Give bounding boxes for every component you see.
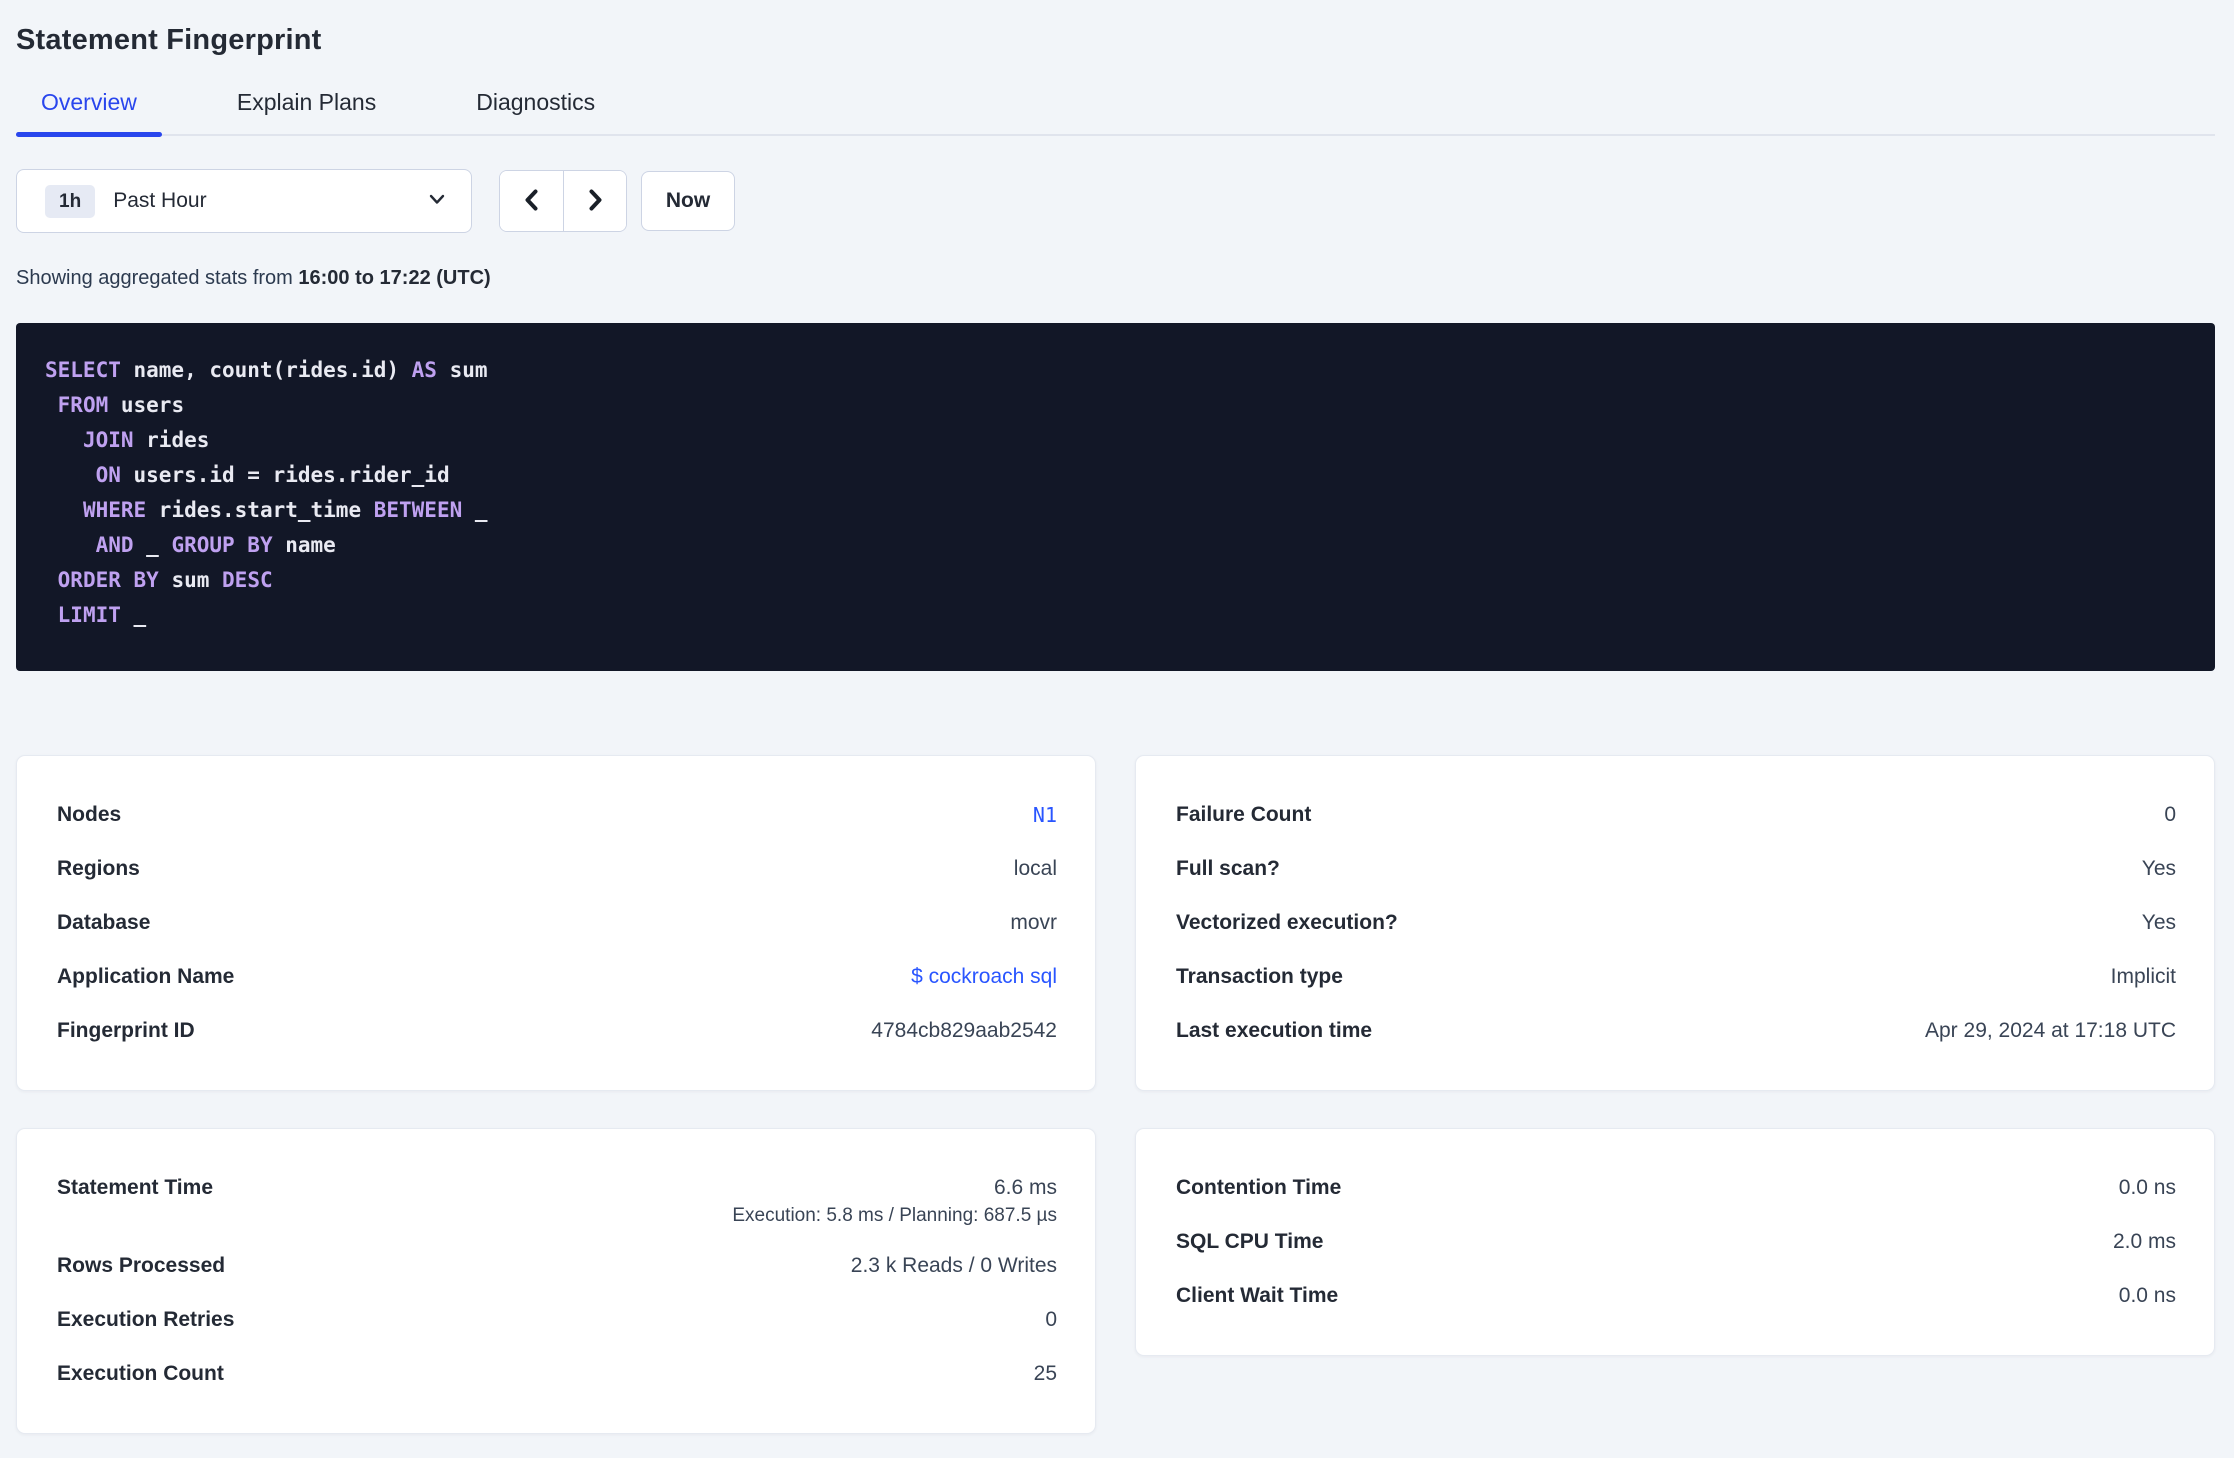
page-title: Statement Fingerprint <box>16 24 322 56</box>
kv-label: Regions <box>57 857 140 880</box>
kv-row: Execution Count 25 <box>57 1347 1057 1401</box>
kv-label: Application Name <box>57 965 235 988</box>
kv-value: 0.0 ns <box>2118 1284 2176 1307</box>
kv-row: Nodes N1 <box>57 788 1057 842</box>
statement-fingerprint-page: Statement Fingerprint Overview Explain P… <box>0 0 2234 1434</box>
kv-value-link[interactable]: $ cockroach sql <box>911 962 1057 992</box>
statement-sql-code: SELECT name, count(rides.id) AS sum FROM… <box>45 353 2185 633</box>
kv-value: 2.0 ms <box>2112 1230 2176 1253</box>
tab-bar: Overview Explain Plans Diagnostics <box>16 89 2215 137</box>
sql-line: SELECT name, count(rides.id) AS sum <box>45 358 488 382</box>
kv-row: Last execution time Apr 29, 2024 at 17:18… <box>1176 1004 2176 1058</box>
kv-label: Nodes <box>57 803 122 826</box>
sql-line: WHERE rides.start_time BETWEEN _ <box>82 498 488 522</box>
sql-line: AND _ GROUP BY name <box>95 533 336 557</box>
kv-value: 25 <box>1033 1362 1057 1385</box>
kv-value-link[interactable]: N1 <box>1033 800 1057 830</box>
kv-row: Regions local <box>57 842 1057 896</box>
statement-sql-box: SELECT name, count(rides.id) AS sum FROM… <box>16 323 2215 671</box>
previous-interval-button[interactable] <box>500 171 563 231</box>
time-range-dropdown[interactable]: 1h Past Hour <box>16 169 472 233</box>
kv-row: Contention Time 0.0 ns <box>1176 1161 2176 1215</box>
kv-value: 0.0 ns <box>2118 1176 2176 1199</box>
kv-row: Fingerprint ID 4784cb829aab2542 <box>57 1004 1057 1058</box>
chevron-down-icon <box>427 189 447 214</box>
kv-label: Contention Time <box>1176 1176 1342 1199</box>
sql-line: FROM users <box>57 393 185 417</box>
kv-label: Vectorized execution? <box>1176 911 1398 934</box>
kv-label: Fingerprint ID <box>57 1019 195 1042</box>
kv-value: 6.6 ms <box>993 1176 1057 1199</box>
kv-label: Rows Processed <box>57 1254 226 1277</box>
kv-row: Statement Time 6.6 ms Execution: 5.8 ms / … <box>57 1161 1057 1239</box>
kv-label: Database <box>57 911 151 934</box>
sql-line: JOIN rides <box>82 428 210 452</box>
time-controls: 1h Past Hour Now <box>16 169 2215 233</box>
statement-timing-card: Statement Time 6.6 ms Execution: 5.8 ms / … <box>16 1128 1096 1434</box>
kv-row: Execution Retries 0 <box>57 1293 1057 1347</box>
stats-prefix: Showing aggregated stats from <box>16 267 299 289</box>
kv-label: Failure Count <box>1176 803 1312 826</box>
kv-label: Statement Time <box>57 1176 213 1199</box>
kv-row: Rows Processed 2.3 k Reads / 0 Writes <box>57 1239 1057 1293</box>
kv-row: Database movr <box>57 896 1057 950</box>
wait-times-card: Contention Time 0.0 ns SQL CPU Time 2.0 ms C… <box>1135 1128 2215 1356</box>
kv-label: Full scan? <box>1176 857 1280 880</box>
time-range-label: Past Hour <box>113 189 207 212</box>
kv-label: Client Wait Time <box>1176 1284 1339 1307</box>
kv-value: Yes <box>2141 911 2176 934</box>
tab-diagnostics[interactable]: Diagnostics <box>451 89 620 134</box>
tab-overview[interactable]: Overview <box>16 89 162 137</box>
kv-row: Failure Count 0 <box>1176 788 2176 842</box>
kv-value: 2.3 k Reads / 0 Writes <box>850 1254 1057 1277</box>
kv-row: SQL CPU Time 2.0 ms <box>1176 1215 2176 1269</box>
execution-attributes-card: Failure Count 0 Full scan? Yes Vectorized ex… <box>1135 755 2215 1091</box>
aggregated-stats-summary: Showing aggregated stats from 16:00 to 1… <box>16 267 2215 290</box>
sql-line: ON users.id = rides.rider_id <box>95 463 450 487</box>
kv-label: Last execution time <box>1176 1019 1373 1042</box>
kv-label: Execution Count <box>57 1362 224 1385</box>
time-range-badge: 1h <box>45 184 96 218</box>
chevron-left-icon <box>520 188 544 215</box>
sql-line: ORDER BY sum DESC <box>57 568 273 592</box>
kv-value: Implicit <box>2110 965 2176 988</box>
stats-cards-grid: Nodes N1 Regions local Database movr Applicati… <box>16 755 2215 1434</box>
kv-row: Transaction type Implicit <box>1176 950 2176 1004</box>
kv-row: Application Name $ cockroach sql <box>57 950 1057 1004</box>
kv-subvalue: Execution: 5.8 ms / Planning: 687.5 µs <box>732 1205 1057 1226</box>
stats-range: 16:00 to 17:22 (UTC) <box>298 267 491 289</box>
kv-row: Client Wait Time 0.0 ns <box>1176 1269 2176 1323</box>
chevron-right-icon <box>583 188 607 215</box>
next-interval-button[interactable] <box>563 171 626 231</box>
kv-value: 4784cb829aab2542 <box>871 1019 1057 1042</box>
kv-label: SQL CPU Time <box>1176 1230 1324 1253</box>
now-button[interactable]: Now <box>641 171 735 231</box>
kv-row: Vectorized execution? Yes <box>1176 896 2176 950</box>
tab-explain-plans[interactable]: Explain Plans <box>212 89 401 134</box>
kv-value: Yes <box>2141 857 2176 880</box>
kv-value: local <box>1013 857 1057 880</box>
statement-details-card: Nodes N1 Regions local Database movr Applicati… <box>16 755 1096 1091</box>
kv-value: Apr 29, 2024 at 17:18 UTC <box>1925 1019 2176 1042</box>
kv-label: Execution Retries <box>57 1308 235 1331</box>
time-step-buttons <box>499 170 627 232</box>
kv-value: movr <box>1010 911 1057 934</box>
sql-line: LIMIT _ <box>57 603 147 627</box>
kv-row: Full scan? Yes <box>1176 842 2176 896</box>
kv-value: 0 <box>2164 803 2176 826</box>
kv-label: Transaction type <box>1176 965 1343 988</box>
kv-value: 0 <box>1045 1308 1057 1331</box>
